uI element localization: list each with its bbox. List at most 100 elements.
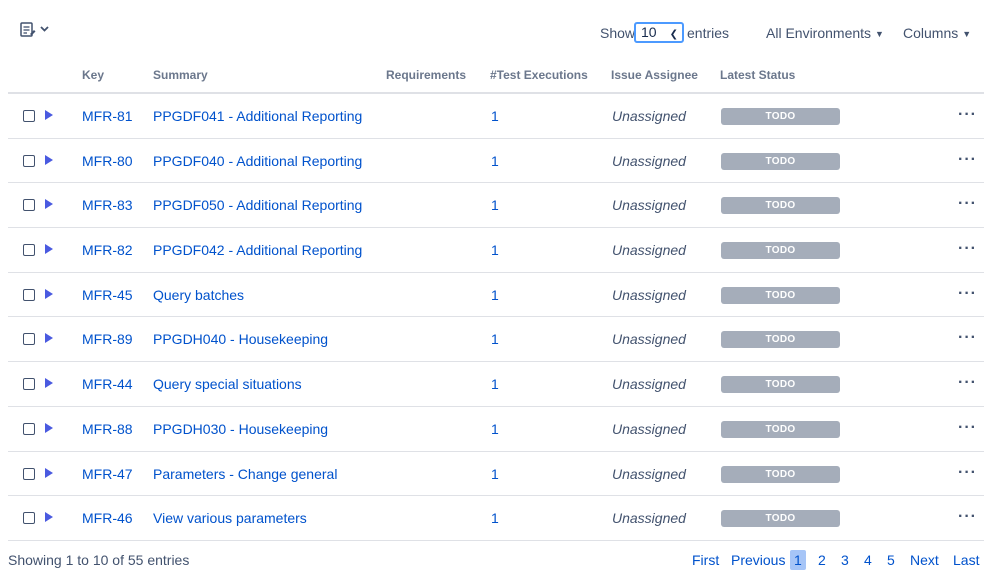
assignee-value: Unassigned bbox=[612, 152, 686, 169]
more-horizontal-icon[interactable]: ··· bbox=[958, 464, 977, 482]
status-badge: TODO bbox=[721, 376, 840, 394]
issue-summary-link[interactable]: PPGDF041 - Additional Reporting bbox=[153, 108, 362, 124]
test-executions-link[interactable]: 1 bbox=[491, 466, 499, 482]
assignee-value: Unassigned bbox=[612, 286, 686, 303]
bulk-actions-button[interactable] bbox=[18, 20, 54, 40]
test-executions-link[interactable]: 1 bbox=[491, 287, 499, 303]
more-horizontal-icon[interactable]: ··· bbox=[958, 151, 977, 169]
row-checkbox[interactable] bbox=[23, 512, 35, 525]
issue-summary-link[interactable]: Query special situations bbox=[153, 376, 302, 392]
test-executions-link[interactable]: 1 bbox=[491, 376, 499, 392]
column-header-latest-status[interactable]: Latest Status bbox=[720, 68, 795, 82]
pager-next[interactable]: Next bbox=[910, 552, 939, 568]
pager-page[interactable]: 3 bbox=[841, 552, 849, 568]
pager-page-current[interactable]: 1 bbox=[790, 550, 806, 570]
column-header-key[interactable]: Key bbox=[82, 68, 104, 82]
table-toolbar: Show 10 ❮ entries All Environments ▼ Colu… bbox=[0, 0, 999, 60]
row-checkbox[interactable] bbox=[23, 244, 35, 257]
entries-label: entries bbox=[687, 25, 730, 41]
row-checkbox[interactable] bbox=[23, 110, 35, 122]
column-header-requirements[interactable]: Requirements bbox=[386, 68, 466, 82]
assignee-value: Unassigned bbox=[612, 510, 686, 527]
test-executions-link[interactable]: 1 bbox=[491, 331, 499, 347]
test-play-icon bbox=[45, 378, 53, 389]
pager-first[interactable]: First bbox=[692, 552, 719, 568]
caret-down-icon: ▼ bbox=[875, 29, 884, 39]
issue-key-link[interactable]: MFR-46 bbox=[82, 510, 133, 526]
pager-previous[interactable]: Previous bbox=[731, 552, 785, 568]
table-row: MFR-88 PPGDH030 - Housekeeping 1 Unassigned… bbox=[8, 407, 984, 452]
test-play-icon bbox=[45, 244, 53, 255]
issue-summary-link[interactable]: PPGDH030 - Housekeeping bbox=[153, 421, 328, 437]
issue-key-link[interactable]: MFR-82 bbox=[82, 242, 133, 258]
more-horizontal-icon[interactable]: ··· bbox=[958, 195, 977, 213]
more-horizontal-icon[interactable]: ··· bbox=[958, 374, 977, 392]
test-executions-link[interactable]: 1 bbox=[491, 197, 499, 213]
issue-key-link[interactable]: MFR-83 bbox=[82, 197, 133, 213]
pager-page[interactable]: 4 bbox=[864, 552, 872, 568]
row-checkbox[interactable] bbox=[23, 378, 35, 391]
status-badge: TODO bbox=[721, 108, 840, 125]
test-play-icon bbox=[45, 422, 53, 433]
row-checkbox[interactable] bbox=[23, 154, 35, 167]
more-horizontal-icon[interactable]: ··· bbox=[958, 329, 977, 347]
issue-key-link[interactable]: MFR-81 bbox=[82, 108, 133, 124]
test-executions-link[interactable]: 1 bbox=[491, 242, 499, 258]
issue-key-link[interactable]: MFR-44 bbox=[82, 376, 133, 392]
status-badge: TODO bbox=[721, 197, 840, 215]
issue-summary-link[interactable]: PPGDF050 - Additional Reporting bbox=[153, 197, 362, 213]
row-checkbox[interactable] bbox=[23, 199, 35, 212]
row-checkbox[interactable] bbox=[23, 422, 35, 435]
column-header-test-executions[interactable]: #Test Executions bbox=[490, 68, 588, 82]
issue-key-link[interactable]: MFR-45 bbox=[82, 287, 133, 303]
issue-summary-link[interactable]: Query batches bbox=[153, 287, 244, 303]
table-row: MFR-80 PPGDF040 - Additional Reporting 1 Un… bbox=[8, 139, 984, 184]
issue-key-link[interactable]: MFR-88 bbox=[82, 421, 133, 437]
issue-summary-link[interactable]: View various parameters bbox=[153, 510, 307, 526]
issue-summary-link[interactable]: Parameters - Change general bbox=[153, 466, 337, 482]
table-header: Key Summary Requirements #Test Execution… bbox=[8, 60, 984, 94]
test-play-icon bbox=[45, 333, 53, 344]
table-row: MFR-45 Query batches 1 Unassigned TODO ··· bbox=[8, 273, 984, 318]
issue-key-link[interactable]: MFR-80 bbox=[82, 153, 133, 169]
status-badge: TODO bbox=[721, 331, 840, 349]
issue-summary-link[interactable]: PPGDF040 - Additional Reporting bbox=[153, 153, 362, 169]
table-row: MFR-46 View various parameters 1 Unassigned… bbox=[8, 496, 984, 541]
test-executions-link[interactable]: 1 bbox=[491, 153, 499, 169]
pager-page[interactable]: 2 bbox=[818, 552, 826, 568]
issue-key-link[interactable]: MFR-47 bbox=[82, 466, 133, 482]
assignee-value: Unassigned bbox=[612, 420, 686, 437]
pager-last[interactable]: Last bbox=[953, 552, 979, 568]
row-checkbox[interactable] bbox=[23, 467, 35, 480]
row-checkbox[interactable] bbox=[23, 288, 35, 301]
column-header-assignee[interactable]: Issue Assignee bbox=[611, 68, 698, 82]
caret-down-icon: ▼ bbox=[962, 29, 972, 39]
test-play-icon bbox=[45, 467, 53, 478]
columns-dropdown[interactable]: Columns ▼ bbox=[903, 25, 971, 41]
assignee-value: Unassigned bbox=[612, 465, 686, 482]
pager-page[interactable]: 5 bbox=[887, 552, 895, 568]
assignee-value: Unassigned bbox=[612, 197, 686, 214]
more-horizontal-icon[interactable]: ··· bbox=[958, 285, 977, 303]
test-executions-link[interactable]: 1 bbox=[491, 421, 499, 437]
row-checkbox[interactable] bbox=[23, 333, 35, 346]
page-size-select[interactable]: 10 ❮ bbox=[634, 22, 684, 43]
issue-summary-link[interactable]: PPGDH040 - Housekeeping bbox=[153, 331, 328, 347]
column-header-summary[interactable]: Summary bbox=[153, 68, 208, 82]
test-play-icon bbox=[45, 154, 53, 165]
issue-summary-link[interactable]: PPGDF042 - Additional Reporting bbox=[153, 242, 362, 258]
test-executions-link[interactable]: 1 bbox=[491, 510, 499, 526]
environments-label: All Environments bbox=[766, 25, 872, 41]
table-row: MFR-89 PPGDH040 - Housekeeping 1 Unassigned… bbox=[8, 317, 984, 363]
table-info: Showing 1 to 10 of 55 entries bbox=[8, 552, 190, 568]
more-horizontal-icon[interactable]: ··· bbox=[958, 419, 977, 437]
status-badge: TODO bbox=[721, 465, 840, 483]
more-horizontal-icon[interactable]: ··· bbox=[958, 240, 977, 258]
test-executions-link[interactable]: 1 bbox=[491, 108, 499, 124]
assignee-value: Unassigned bbox=[612, 108, 686, 124]
more-horizontal-icon[interactable]: ··· bbox=[958, 508, 977, 526]
status-badge: TODO bbox=[721, 242, 840, 260]
more-horizontal-icon[interactable]: ··· bbox=[958, 106, 977, 124]
environments-dropdown[interactable]: All Environments ▼ bbox=[766, 25, 884, 41]
issue-key-link[interactable]: MFR-89 bbox=[82, 331, 133, 347]
